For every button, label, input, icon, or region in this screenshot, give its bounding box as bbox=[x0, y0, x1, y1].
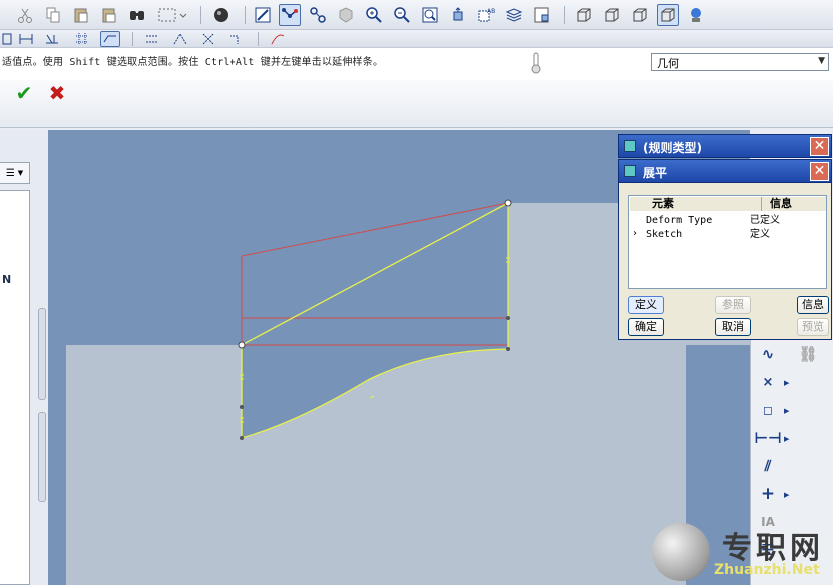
flatten-dialog-titlebar: 展平 ✕ bbox=[618, 159, 832, 183]
refit-icon[interactable] bbox=[419, 4, 441, 26]
point-tool-icon[interactable]: × bbox=[755, 370, 781, 394]
prompt-message: 适值点。使用 Shift 键选取点范围。按住 Ctrl+Alt 键并左键单击以延… bbox=[2, 57, 384, 68]
zoom-out-icon[interactable] bbox=[391, 4, 413, 26]
constraint-tool-icon[interactable]: + bbox=[755, 482, 781, 506]
element-table[interactable]: 元素 信息 Deform Type 已定义 › Sketch 定义 bbox=[628, 195, 827, 289]
chevron-right-icon[interactable]: ▶ bbox=[784, 407, 789, 415]
define-button[interactable]: 定义 bbox=[628, 296, 664, 314]
tree-settings-button[interactable]: ☰ ▼ bbox=[0, 162, 30, 184]
zoom-in-icon[interactable] bbox=[363, 4, 385, 26]
solid-face bbox=[66, 345, 686, 585]
close-icon[interactable]: ✕ bbox=[810, 162, 829, 181]
hidden-line-icon[interactable] bbox=[601, 4, 623, 26]
element-name: Sketch bbox=[646, 229, 683, 240]
dimension-toolbar bbox=[0, 30, 833, 48]
element-name: Deform Type bbox=[646, 215, 713, 226]
cancel-button[interactable]: 取消 bbox=[715, 318, 751, 336]
spline-tool-icon[interactable]: ∿ bbox=[755, 342, 781, 366]
dialog-title: 展平 bbox=[643, 166, 668, 180]
model-tree[interactable] bbox=[0, 190, 30, 585]
shape-icon[interactable] bbox=[268, 31, 288, 47]
sash-handle[interactable] bbox=[38, 412, 46, 502]
paste-special-icon[interactable] bbox=[98, 4, 120, 26]
sketch-point[interactable] bbox=[240, 405, 244, 409]
selection-filter-dropdown[interactable]: 几何 ▼ bbox=[651, 53, 829, 71]
main-toolbar: AB bbox=[0, 0, 833, 30]
vertex-display-icon[interactable] bbox=[170, 31, 190, 47]
find-icon[interactable] bbox=[126, 4, 148, 26]
info-button[interactable]: 信息 bbox=[797, 296, 829, 314]
chevron-right-icon[interactable]: ▶ bbox=[784, 491, 789, 499]
appearance-icon[interactable] bbox=[335, 4, 357, 26]
open-ends-icon[interactable] bbox=[226, 31, 246, 47]
sketch-point[interactable] bbox=[506, 347, 510, 351]
column-header-info: 信息 bbox=[762, 197, 826, 211]
sketch-view-icon[interactable] bbox=[252, 4, 274, 26]
dashboard: ✔ ✖ bbox=[0, 80, 833, 128]
chain-icon: ⛓ bbox=[798, 345, 818, 363]
thermometer-icon bbox=[531, 52, 541, 74]
dimension-tool-icon[interactable]: ⊢⊣ bbox=[754, 426, 781, 450]
sash-handle[interactable] bbox=[38, 308, 46, 400]
element-info: 已定义 bbox=[750, 215, 780, 226]
constraint-display-icon[interactable] bbox=[142, 31, 162, 47]
reference-button[interactable]: 参照 bbox=[715, 296, 751, 314]
ok-checkmark-button[interactable]: ✔ bbox=[12, 81, 36, 105]
chevron-down-icon: ▼ bbox=[17, 169, 24, 177]
cut-icon[interactable] bbox=[14, 4, 36, 26]
element-info: 定义 bbox=[750, 229, 770, 240]
select-box-icon[interactable] bbox=[154, 4, 190, 26]
cancel-x-button[interactable]: ✖ bbox=[45, 81, 69, 105]
spline-icon[interactable] bbox=[279, 4, 301, 26]
dialog-title: (规则类型) bbox=[643, 141, 702, 155]
view-manager-icon[interactable] bbox=[531, 4, 553, 26]
sketch-point[interactable] bbox=[240, 436, 244, 440]
close-icon[interactable]: ✕ bbox=[810, 137, 829, 156]
copy-icon[interactable] bbox=[42, 4, 64, 26]
overlap-icon[interactable] bbox=[198, 31, 218, 47]
table-row[interactable]: › Sketch 定义 bbox=[629, 228, 826, 242]
ok-button[interactable]: 确定 bbox=[628, 318, 664, 336]
chevron-down-icon: ▼ bbox=[818, 56, 825, 66]
wireframe-icon[interactable] bbox=[573, 4, 595, 26]
modify-tool-icon[interactable]: ⫽ bbox=[755, 454, 781, 478]
dim-display-icon[interactable] bbox=[100, 31, 120, 47]
tree-item-label: N bbox=[2, 273, 12, 286]
model-display-icon[interactable] bbox=[685, 4, 707, 26]
grid-icon[interactable] bbox=[72, 31, 92, 47]
watermark-brand: 专职网 bbox=[722, 531, 824, 566]
preview-button[interactable]: 预览 bbox=[797, 318, 829, 336]
watermark-url: Zhuanzhi.Net bbox=[714, 562, 820, 578]
paste-icon[interactable] bbox=[70, 4, 92, 26]
soccer-ball-logo bbox=[652, 523, 710, 581]
sketch-point[interactable] bbox=[504, 199, 512, 207]
chevron-right-icon[interactable]: ▶ bbox=[784, 379, 789, 387]
sketch-point[interactable] bbox=[238, 341, 246, 349]
filter-value: 几何 bbox=[657, 57, 679, 70]
saved-view-icon[interactable]: AB bbox=[475, 4, 497, 26]
chevron-right-icon[interactable]: ▶ bbox=[784, 435, 789, 443]
dim-vertical-icon[interactable] bbox=[42, 31, 62, 47]
svg-text:AB: AB bbox=[487, 8, 495, 15]
message-bar: 适值点。使用 Shift 键选取点范围。按住 Ctrl+Alt 键并左键单击以延… bbox=[0, 48, 833, 80]
chevron-right-icon: › bbox=[633, 228, 637, 239]
dim-horizontal-icon[interactable] bbox=[16, 31, 36, 47]
sketch-point[interactable] bbox=[506, 316, 510, 320]
dialog-icon bbox=[624, 165, 636, 177]
watermark: 专职网 Zhuanzhi.Net bbox=[650, 520, 833, 585]
column-header-element: 元素 bbox=[630, 197, 762, 211]
hierarchy-icon[interactable] bbox=[307, 4, 329, 26]
no-hidden-icon[interactable] bbox=[629, 4, 651, 26]
table-row[interactable]: Deform Type 已定义 bbox=[629, 214, 826, 228]
flatten-dialog: 元素 信息 Deform Type 已定义 › Sketch 定义 定义 参照 … bbox=[618, 183, 832, 340]
rectangle-tool-icon[interactable]: ◻ bbox=[755, 398, 781, 422]
rule-type-dialog-titlebar: (规则类型) ✕ bbox=[618, 134, 832, 158]
model-tree-panel: ☰ ▼ N bbox=[0, 130, 48, 585]
layers-icon[interactable] bbox=[503, 4, 525, 26]
shading-icon[interactable] bbox=[210, 4, 232, 26]
dialog-icon bbox=[624, 140, 636, 152]
shaded-icon[interactable] bbox=[657, 4, 679, 26]
reorient-icon[interactable] bbox=[447, 4, 469, 26]
list-icon: ☰ bbox=[5, 167, 15, 179]
